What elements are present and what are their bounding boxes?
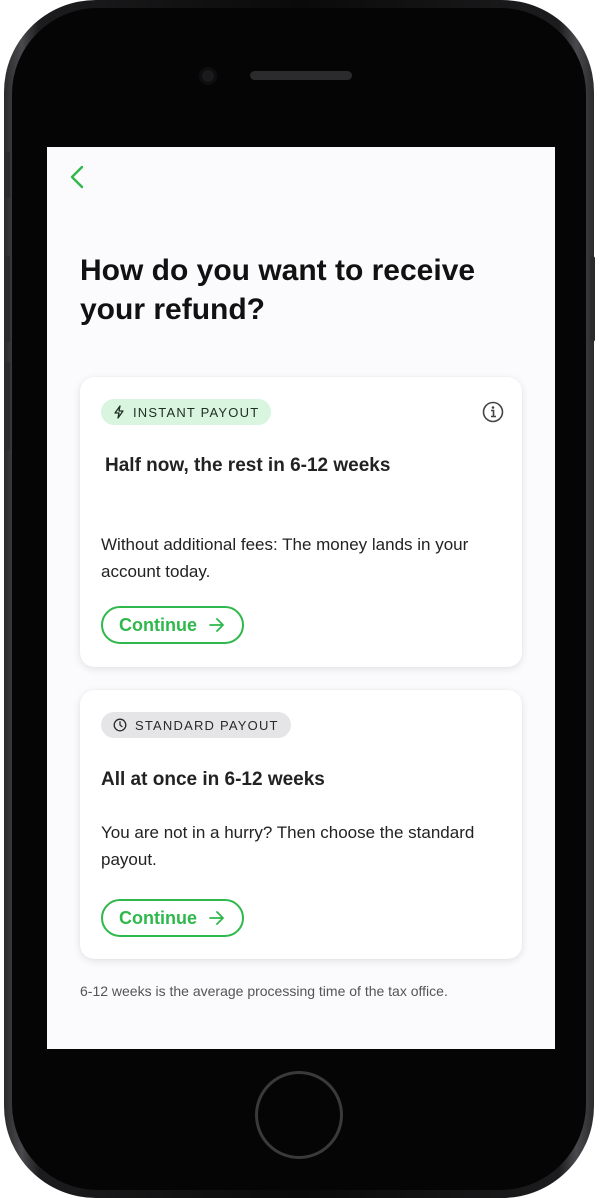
arrow-right-icon xyxy=(209,911,224,925)
app-screen: How do you want to receive your refund? … xyxy=(47,147,555,1049)
continue-button[interactable]: Continue xyxy=(101,899,244,937)
badge-label: STANDARD PAYOUT xyxy=(135,717,279,733)
earpiece-speaker xyxy=(250,71,352,80)
option-heading: Half now, the rest in 6-12 weeks xyxy=(105,455,391,476)
processing-time-note: 6-12 weeks is the average processing tim… xyxy=(80,983,448,999)
standard-payout-card: STANDARD PAYOUT All at once in 6-12 week… xyxy=(80,690,522,959)
chevron-left-icon xyxy=(70,165,84,189)
front-camera xyxy=(199,67,217,85)
home-button[interactable] xyxy=(255,1071,343,1159)
instant-payout-card: INSTANT PAYOUT Half now, the rest in 6-1… xyxy=(80,377,522,667)
info-icon[interactable] xyxy=(482,401,504,423)
option-description: Without additional fees: The money lands… xyxy=(101,535,469,581)
continue-label: Continue xyxy=(119,614,197,635)
continue-label: Continue xyxy=(119,907,197,928)
clock-icon xyxy=(113,718,127,732)
power-button xyxy=(590,256,595,342)
standard-payout-badge: STANDARD PAYOUT xyxy=(101,712,291,738)
volume-up-button xyxy=(5,256,10,342)
arrow-right-icon xyxy=(209,618,224,632)
badge-label: INSTANT PAYOUT xyxy=(133,404,260,420)
volume-down-button xyxy=(5,362,10,450)
page-title: How do you want to receive your refund? xyxy=(80,254,476,326)
back-button[interactable] xyxy=(65,165,89,189)
lightning-icon xyxy=(114,405,124,419)
ringer-switch xyxy=(5,152,10,198)
instant-payout-badge: INSTANT PAYOUT xyxy=(101,399,272,425)
option-description: You are not in a hurry? Then choose the … xyxy=(101,823,475,869)
continue-button[interactable]: Continue xyxy=(101,606,244,644)
option-heading: All at once in 6-12 weeks xyxy=(101,769,325,790)
